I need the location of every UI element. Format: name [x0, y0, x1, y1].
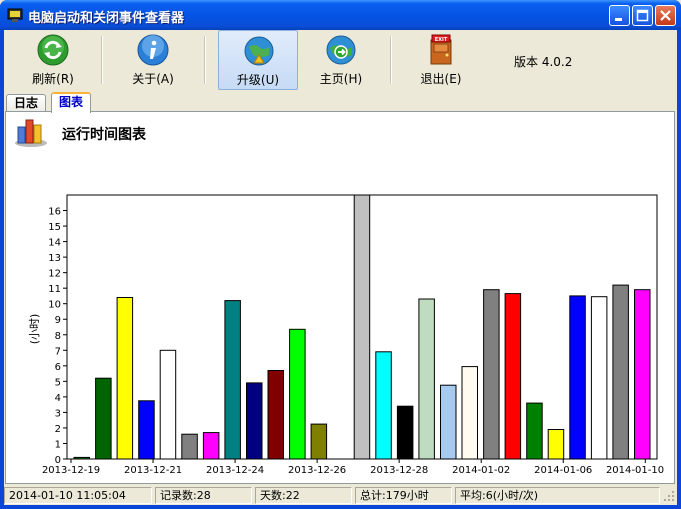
tab-chart[interactable]: 图表: [51, 92, 92, 113]
client-area: 刷新(R) 关于(A) 升级(U) 主页(H) EXIT 退出(E) 版本 4.…: [4, 30, 677, 505]
status-days: 天数:22: [255, 487, 352, 504]
close-button[interactable]: [655, 5, 676, 26]
refresh-button[interactable]: 刷新(R): [6, 30, 100, 90]
refresh-label: 刷新(R): [32, 72, 74, 86]
bar-8: [246, 382, 263, 460]
x-tick-label: 2013-12-19: [42, 465, 100, 475]
bar-14: [375, 351, 392, 460]
minimize-button[interactable]: [609, 5, 630, 26]
bar-22: [547, 429, 565, 460]
upgrade-button[interactable]: 升级(U): [218, 30, 298, 90]
bar-9: [267, 370, 284, 460]
exit-label: 退出(E): [420, 72, 462, 86]
x-tick-label: 2013-12-28: [370, 465, 428, 475]
y-tick-label: 10: [48, 300, 61, 311]
uptime-chart: 0123456789101112131415162013-12-19 2013-1…: [28, 194, 664, 475]
y-tick-label: 13: [48, 253, 61, 264]
y-axis-label: (小时): [28, 314, 41, 345]
chart-title: 运行时间图表: [62, 127, 146, 143]
y-tick-label: 3: [55, 408, 61, 419]
about-label: 关于(A): [132, 72, 174, 86]
bar-24: [590, 296, 608, 460]
exit-button[interactable]: EXIT 退出(E): [394, 30, 488, 90]
bar-0: [73, 456, 90, 460]
upgrade-globe-icon: [244, 36, 274, 66]
x-tick-label: 2014-01-10: [606, 465, 664, 475]
bar-11: [310, 423, 328, 460]
y-tick-label: 8: [55, 331, 61, 342]
bar-21: [526, 402, 543, 460]
status-records: 记录数:28: [155, 487, 252, 504]
bar-19: [483, 289, 500, 460]
y-tick-label: 2: [55, 424, 61, 435]
home-button[interactable]: 主页(H): [294, 30, 388, 90]
maximize-button[interactable]: [632, 5, 653, 26]
status-total: 总计:179小时: [355, 487, 452, 504]
x-tick-label: 2013-12-26: [288, 465, 346, 475]
bar-3: [138, 400, 155, 460]
home-globe-icon: [326, 35, 356, 65]
y-tick-label: 11: [48, 284, 61, 295]
bar-10: [289, 328, 306, 460]
y-tick-label: 15: [48, 222, 61, 233]
svg-text:EXIT: EXIT: [435, 37, 448, 43]
status-bar: 2014-01-10 11:05:04 记录数:28 天数:22 总计:179小…: [4, 485, 677, 505]
y-tick-label: 5: [55, 377, 61, 388]
minimize-icon: [615, 18, 622, 21]
chart-panel: 运行时间图表 0 1 2 3 4 5 6 7 8 9 10 11 12 13 14 15 16 2013-12-1…: [5, 111, 675, 484]
bar-15: [396, 405, 414, 460]
y-tick-label: 9: [55, 315, 61, 326]
upgrade-label: 升级(U): [236, 73, 280, 87]
bar-1: [95, 377, 112, 460]
bar-26: [634, 289, 651, 460]
maximize-icon: [636, 9, 649, 22]
bar-7: [224, 300, 241, 460]
status-average: 平均:6(小时/次): [455, 487, 660, 504]
y-tick-label: 12: [48, 269, 61, 280]
window-title: 电脑启动和关闭事件查看器: [28, 11, 185, 26]
resize-grip-icon[interactable]: [663, 490, 675, 502]
bar-23: [569, 295, 586, 460]
version-label: 版本 4.0.2: [514, 55, 573, 69]
bar-20: [504, 293, 522, 460]
bar-4: [159, 349, 177, 460]
app-icon: [7, 8, 23, 22]
title-bar[interactable]: 电脑启动和关闭事件查看器: [0, 0, 681, 30]
bar-18: [461, 366, 478, 460]
x-tick-label: 2013-12-24: [206, 465, 264, 475]
y-tick-label: 7: [55, 346, 61, 357]
bar-chart-icon: [15, 119, 47, 147]
y-tick-label: 6: [55, 362, 61, 373]
y-tick-label: 1: [55, 439, 61, 450]
x-tick-label: 2013-12-21: [124, 465, 182, 475]
app-window: 电脑启动和关闭事件查看器 刷新(R) 关于(A) 升级(U) 主页(H) EXI…: [0, 0, 681, 509]
refresh-icon: [37, 34, 69, 66]
tab-log[interactable]: 日志: [6, 94, 47, 112]
home-label: 主页(H): [319, 72, 363, 86]
bar-5: [181, 433, 198, 460]
y-tick-label: 16: [48, 207, 61, 218]
info-icon: [137, 34, 169, 66]
close-icon: [660, 10, 671, 21]
bar-17: [440, 384, 457, 460]
y-tick-label: 14: [48, 238, 61, 249]
bar-2: [116, 297, 134, 460]
bar-6: [202, 432, 220, 460]
tab-strip: 日志 图表: [4, 92, 677, 113]
status-datetime: 2014-01-10 11:05:04: [4, 487, 152, 504]
exit-door-icon: EXIT: [430, 34, 452, 65]
y-tick-label: 4: [55, 393, 61, 404]
x-tick-label: 2014-01-06: [534, 465, 592, 475]
bar-16: [418, 298, 435, 460]
toolbar: 刷新(R) 关于(A) 升级(U) 主页(H) EXIT 退出(E) 版本 4.…: [4, 30, 677, 90]
about-button[interactable]: 关于(A): [106, 30, 200, 90]
x-tick-label: 2014-01-02: [452, 465, 510, 475]
bar-25: [612, 284, 629, 460]
bar-13: [353, 194, 371, 460]
